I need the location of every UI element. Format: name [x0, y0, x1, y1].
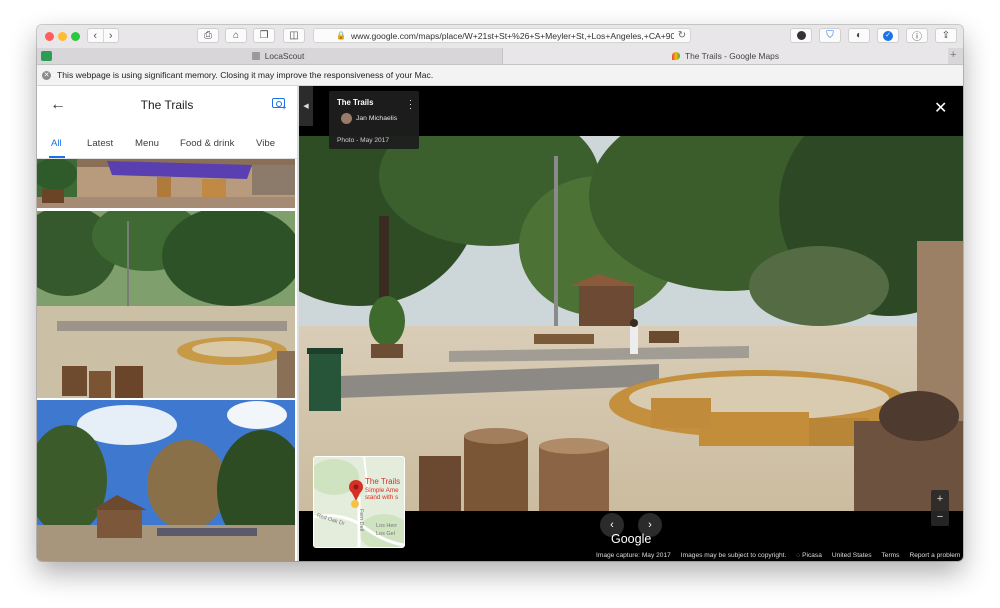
navigation-buttons: ‹ ›: [87, 28, 119, 43]
photos-panel: ← The Trails + All Latest Menu Food & dr…: [37, 86, 297, 561]
copyright-text: Images may be subject to copyright.: [680, 552, 787, 559]
tab-bar: LocaScout The Trails - Google Maps +: [37, 48, 963, 65]
extension-shield-button[interactable]: ⛉: [819, 28, 841, 43]
sidebar-icon: ◫: [289, 30, 299, 41]
zoom-control: + −: [931, 490, 949, 526]
printer-icon: ⎙: [204, 30, 212, 41]
minimap-description: Simple Ame: [365, 487, 399, 494]
author-name[interactable]: Jan Michaelis: [356, 115, 397, 122]
extension-check-button[interactable]: ✓: [877, 28, 899, 43]
picasa-link[interactable]: ◌ Picasa: [796, 552, 822, 559]
back-button[interactable]: ‹: [88, 29, 103, 42]
minimap[interactable]: The Trails Simple Ame stand with s Red O…: [313, 456, 405, 548]
panel-title: The Trails: [140, 98, 194, 112]
minimap-road-label-2: Fern Dell: [358, 508, 365, 532]
share-icon: ⇪: [941, 30, 951, 41]
minimap-area-label: Los Herr: [376, 523, 398, 529]
photo-info-card: The Trails · · · Jan Michaelis Photo - May…: [329, 91, 419, 149]
print-button[interactable]: ⎙: [197, 28, 219, 43]
tab-overview-button[interactable]: ❐: [253, 28, 275, 43]
region-link[interactable]: United States: [832, 552, 872, 559]
copy-icon: ❐: [259, 30, 269, 41]
collapse-panel-button[interactable]: ◀: [299, 86, 313, 126]
tab-label: The Trails - Google Maps: [684, 51, 780, 61]
tab-google-maps[interactable]: The Trails - Google Maps: [502, 48, 948, 64]
info-button[interactable]: ⓘ: [906, 28, 928, 43]
photo-thumbnail[interactable]: [37, 159, 295, 208]
photo-thumbnail-selected[interactable]: [37, 211, 295, 398]
trails-main-photo: [299, 136, 963, 511]
minimap-place-label: The Trails: [365, 477, 401, 486]
memory-warning-bar: ✕ This webpage is using significant memo…: [37, 65, 963, 86]
picasa-icon: ◌: [796, 552, 801, 559]
triangle-left-icon: ◀: [303, 103, 309, 110]
chevron-left-icon: ‹: [610, 519, 614, 531]
zoom-in-button[interactable]: +: [937, 493, 943, 505]
home-icon: ⌂: [232, 30, 240, 41]
locascout-favicon-icon: [251, 52, 260, 60]
picasa-label: Picasa: [802, 552, 822, 559]
browser-window: ‹ › ⎙ ⌂ ❐ ◫ 🔒 www.google.com/maps/place/…: [37, 25, 963, 561]
address-bar[interactable]: 🔒 www.google.com/maps/place/W+21st+St+%2…: [313, 28, 691, 43]
more-options-icon[interactable]: · · ·: [409, 96, 412, 113]
downloads-button[interactable]: [790, 28, 812, 43]
chevron-right-icon: ›: [648, 519, 652, 531]
url-text: www.google.com/maps/place/W+21st+St+%26+…: [350, 30, 674, 41]
memory-warning-text: This webpage is using significant memory…: [57, 70, 434, 80]
place-name: The Trails: [337, 98, 374, 107]
category-tabs: All Latest Menu Food & drink Vibe: [37, 127, 297, 159]
trails-courtyard-photo: [37, 211, 295, 398]
info-icon: ⓘ: [912, 32, 922, 43]
photo-thumbnail[interactable]: [37, 400, 295, 561]
author-avatar[interactable]: [341, 113, 352, 124]
tab-label: LocaScout: [264, 51, 305, 61]
close-window-button[interactable]: [45, 32, 54, 41]
trails-building-photo: [37, 400, 295, 561]
tab-locascout[interactable]: LocaScout: [55, 48, 501, 64]
image-capture-text: Image capture: May 2017: [596, 552, 671, 559]
minimize-window-button[interactable]: [58, 32, 67, 41]
tab-vibe[interactable]: Vibe: [256, 138, 275, 149]
terms-link[interactable]: Terms: [882, 552, 900, 559]
photo-viewer: ◀ The Trails · · · Jan Michaelis Photo - M…: [299, 86, 963, 561]
close-warning-icon[interactable]: ✕: [42, 70, 51, 80]
lock-icon: 🔒: [336, 31, 346, 40]
close-icon: ✕: [934, 100, 948, 117]
minimap-description-2: stand with s: [365, 494, 399, 501]
extension-half-button[interactable]: ◐: [848, 28, 870, 43]
add-photo-plus-icon: +: [282, 105, 287, 112]
tab-menu[interactable]: Menu: [135, 138, 159, 149]
pinned-tab[interactable]: [41, 51, 52, 61]
tab-latest[interactable]: Latest: [87, 138, 113, 149]
minimap-area-label-2: Los Gel: [376, 531, 395, 537]
tab-food-drink[interactable]: Food & drink: [180, 138, 234, 149]
zoom-window-button[interactable]: [71, 32, 80, 41]
forward-button[interactable]: ›: [102, 29, 119, 42]
google-maps-favicon-icon: [671, 52, 680, 60]
close-viewer-button[interactable]: ✕: [934, 98, 947, 118]
shield-icon: ⛉: [826, 30, 834, 41]
google-logo: Google: [611, 532, 652, 546]
half-circle-icon: ◐: [855, 30, 863, 41]
report-problem-link[interactable]: Report a problem: [909, 552, 960, 559]
browser-toolbar: ‹ › ⎙ ⌂ ❐ ◫ 🔒 www.google.com/maps/place/…: [37, 25, 963, 49]
tab-all[interactable]: All: [51, 138, 62, 149]
photo-date: Photo - May 2017: [337, 137, 390, 144]
new-tab-button[interactable]: +: [950, 49, 956, 61]
download-icon: [796, 31, 806, 40]
reload-icon[interactable]: ↻: [674, 30, 690, 41]
check-icon: ✓: [883, 30, 893, 41]
active-tab-indicator: [49, 156, 65, 158]
share-button[interactable]: ⇪: [935, 28, 957, 43]
viewer-footer: Image capture: May 2017 Images may be su…: [596, 552, 960, 559]
sidebar-button[interactable]: ◫: [283, 28, 305, 43]
zoom-out-button[interactable]: −: [937, 511, 943, 523]
picnic-table-photo: [37, 159, 295, 208]
panel-header: ← The Trails +: [37, 86, 297, 127]
home-button[interactable]: ⌂: [225, 28, 247, 43]
